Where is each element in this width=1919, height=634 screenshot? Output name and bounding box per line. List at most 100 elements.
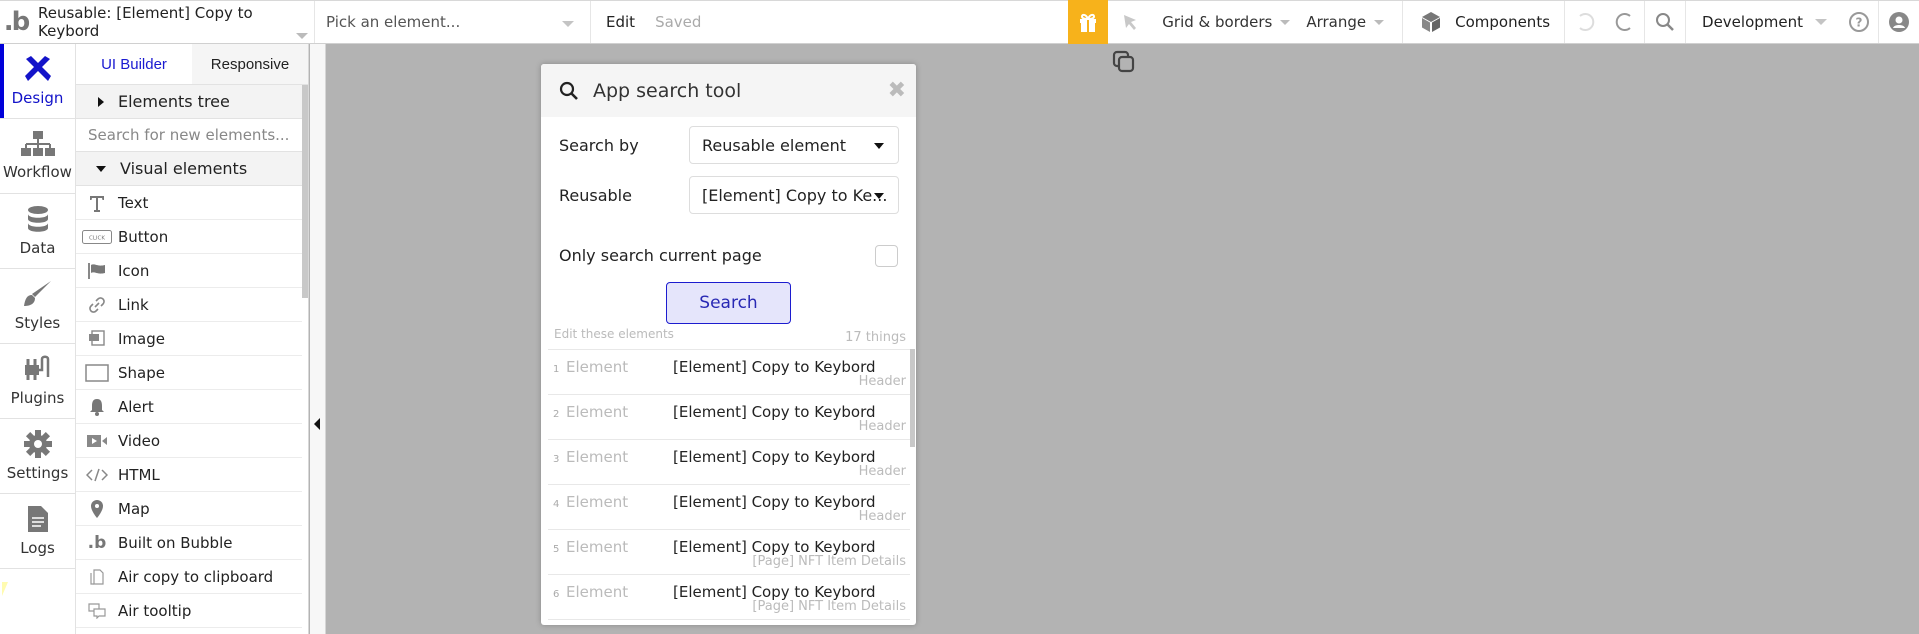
element-item-link[interactable]: Link [76, 288, 302, 322]
cube-icon [1419, 10, 1443, 34]
panel-tabs: UI Builder Responsive [76, 44, 308, 85]
redo-button[interactable] [1605, 1, 1645, 43]
select-tool-button[interactable] [1108, 1, 1154, 43]
element-picker[interactable]: Pick an element... [315, 1, 591, 43]
database-icon [27, 205, 49, 233]
element-item-air-tooltip[interactable]: Air tooltip [76, 594, 302, 628]
grid-borders-dropdown[interactable]: Grid & borders [1154, 1, 1298, 43]
result-location: Header [859, 509, 906, 524]
element-item-label: Air tooltip [118, 602, 191, 620]
search-by-value: Reusable element [702, 136, 846, 155]
element-item-html[interactable]: HTML [76, 458, 302, 492]
code-icon [86, 468, 108, 482]
bubble-logo[interactable]: .b [0, 1, 32, 43]
result-name: [Element] Copy to Keybord [673, 403, 876, 421]
result-row[interactable]: 2 Element [Element] Copy to Keybord Head… [548, 395, 910, 440]
element-item-video[interactable]: Video [76, 424, 302, 458]
result-row[interactable]: 1 Element [Element] Copy to Keybord Head… [548, 350, 910, 395]
element-item-label: Shape [118, 364, 165, 382]
grid-borders-label: Grid & borders [1162, 13, 1272, 31]
element-picker-placeholder: Pick an element... [326, 13, 460, 31]
nav-styles[interactable]: Styles [0, 269, 75, 344]
gift-button[interactable] [1068, 0, 1108, 44]
chevron-down-icon [1815, 19, 1827, 25]
edit-label[interactable]: Edit [606, 13, 635, 31]
tab-responsive[interactable]: Responsive [192, 44, 308, 84]
reusable-select[interactable]: [Element] Copy to Ke... [689, 176, 899, 214]
visual-elements-toggle[interactable]: Visual elements [76, 152, 302, 186]
nav-settings-label: Settings [7, 464, 69, 482]
account-button[interactable] [1879, 1, 1919, 43]
tooltip-icon [88, 603, 106, 619]
nav-workflow-label: Workflow [3, 163, 72, 181]
element-item-icon[interactable]: Icon [76, 254, 302, 288]
caret-down-icon [96, 166, 106, 172]
nav-data-label: Data [20, 239, 56, 257]
element-item-text[interactable]: Text [76, 186, 302, 220]
search-by-select[interactable]: Reusable element [689, 126, 899, 164]
result-name: [Element] Copy to Keybord [673, 493, 876, 511]
nav-design[interactable]: Design [0, 44, 75, 119]
nav-plugins-label: Plugins [11, 389, 65, 407]
element-item-shape[interactable]: Shape [76, 356, 302, 390]
result-location: Header [859, 374, 906, 389]
gift-icon [1077, 11, 1099, 33]
environment-dropdown[interactable]: Development [1685, 1, 1839, 43]
element-item-map[interactable]: Map [76, 492, 302, 526]
chevron-down-icon [562, 21, 574, 27]
close-icon[interactable]: ✖ [888, 80, 906, 102]
shape-icon [85, 364, 109, 382]
visual-elements-label: Visual elements [120, 159, 247, 178]
element-item-label: Air copy to clipboard [118, 568, 273, 586]
results-list: 1 Element [Element] Copy to Keybord Head… [548, 349, 910, 620]
search-button[interactable] [1645, 1, 1685, 43]
modal-title: App search tool [593, 80, 741, 102]
nav-data[interactable]: Data [0, 194, 75, 269]
panel-scrollbar[interactable] [302, 85, 308, 298]
element-item-button[interactable]: CLICK Button [76, 220, 302, 254]
result-row[interactable]: 5 Element [Element] Copy to Keybord [Pag… [548, 530, 910, 575]
nav-settings[interactable]: Settings [0, 419, 75, 494]
result-row[interactable]: 6 Element [Element] Copy to Keybord [Pag… [548, 575, 910, 620]
element-item-alert[interactable]: Alert [76, 390, 302, 424]
element-search-input[interactable] [88, 126, 288, 144]
panel-collapse-strip[interactable] [310, 44, 326, 634]
plug-icon [23, 355, 53, 383]
result-number: 1 [553, 364, 559, 375]
tab-ui-builder[interactable]: UI Builder [76, 44, 192, 84]
search-button[interactable]: Search [666, 282, 791, 324]
user-avatar-icon [1888, 11, 1910, 33]
result-row[interactable]: 3 Element [Element] Copy to Keybord Head… [548, 440, 910, 485]
nav-plugins[interactable]: Plugins [0, 344, 75, 419]
only-current-page-checkbox[interactable] [875, 245, 898, 267]
results-scrollbar[interactable] [910, 349, 915, 447]
element-item-image[interactable]: Image [76, 322, 302, 356]
bell-icon [89, 398, 105, 416]
result-row[interactable]: 4 Element [Element] Copy to Keybord Head… [548, 485, 910, 530]
nav-logs[interactable]: Logs [0, 494, 75, 569]
elements-panel: UI Builder Responsive Elements tree Visu… [76, 44, 309, 634]
nav-workflow[interactable]: Workflow [0, 119, 75, 194]
result-kind: Element [566, 448, 628, 466]
results-meta: Edit these elements 17 things [554, 327, 906, 345]
help-button[interactable]: ? [1839, 1, 1879, 43]
result-kind: Element [566, 583, 628, 601]
reusable-label: Reusable [559, 176, 632, 214]
components-button[interactable]: Components [1402, 1, 1565, 43]
canvas-copy-button[interactable] [1112, 50, 1136, 78]
page-selector[interactable]: Reusable: [Element] Copy to Keybord [32, 1, 315, 43]
element-item-air-copy[interactable]: Air copy to clipboard [76, 560, 302, 594]
undo-button[interactable] [1565, 1, 1605, 43]
element-item-label: Built on Bubble [118, 534, 232, 552]
chevron-down-icon [1374, 20, 1384, 25]
elements-tree-toggle[interactable]: Elements tree [76, 85, 302, 119]
result-number: 3 [553, 454, 559, 465]
flag-icon [88, 263, 106, 279]
element-item-built-on-bubble[interactable]: .b Built on Bubble [76, 526, 302, 560]
button-icon: CLICK [82, 230, 112, 244]
arrange-dropdown[interactable]: Arrange [1298, 1, 1392, 43]
collapse-left-icon[interactable] [314, 418, 320, 430]
workflow-icon [21, 131, 55, 157]
element-item-label: HTML [118, 466, 160, 484]
edit-these-elements-link[interactable]: Edit these elements [554, 327, 674, 345]
